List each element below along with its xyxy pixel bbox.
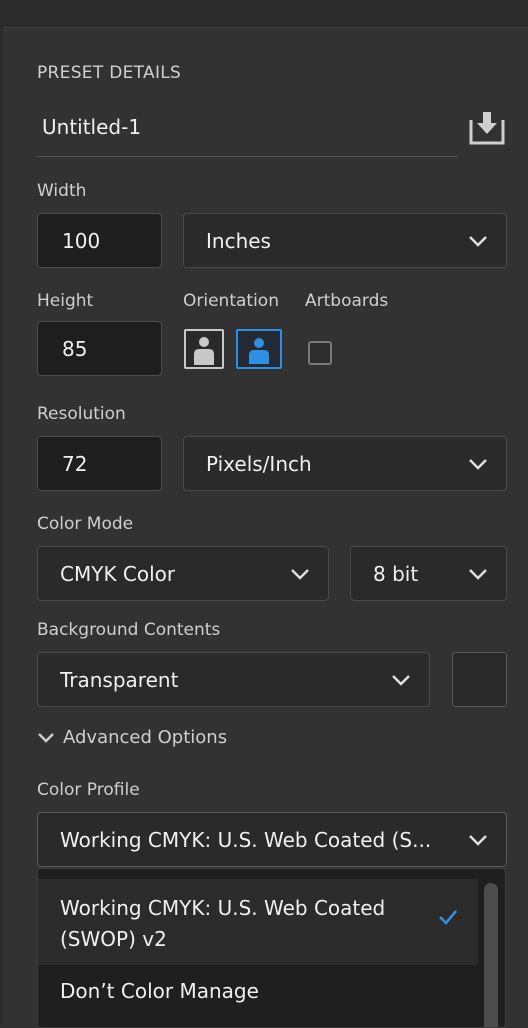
orientation-label: Orientation: [183, 291, 279, 311]
width-unit-value: Inches: [206, 228, 271, 253]
width-unit-select[interactable]: Inches: [183, 213, 507, 268]
resolution-label: Resolution: [37, 404, 126, 424]
background-contents-select[interactable]: Transparent: [37, 652, 430, 707]
color-mode-label: Color Mode: [37, 514, 134, 534]
advanced-options-toggle[interactable]: Advanced Options: [37, 727, 227, 748]
height-label: Height: [37, 291, 94, 311]
landscape-icon: [249, 338, 269, 364]
chevron-down-icon: [469, 834, 487, 846]
checkmark-icon: [439, 910, 457, 925]
preset-name-underline: [37, 156, 458, 157]
background-contents-label: Background Contents: [37, 620, 221, 640]
height-input[interactable]: 85: [37, 321, 162, 376]
resolution-unit-select[interactable]: Pixels/Inch: [183, 436, 507, 491]
width-input[interactable]: 100: [37, 213, 162, 268]
section-title: PRESET DETAILS: [37, 63, 182, 83]
artboards-checkbox[interactable]: [308, 341, 332, 365]
save-preset-icon[interactable]: [468, 110, 506, 146]
chevron-down-icon: [38, 732, 54, 743]
top-bar: [0, 0, 528, 28]
option-line-1: Working CMYK: U.S. Web Coated: [60, 896, 386, 920]
portrait-orientation-button[interactable]: [184, 329, 224, 369]
color-profile-value: Working CMYK: U.S. Web Coated (S...: [60, 827, 432, 852]
resolution-input[interactable]: 72: [37, 436, 162, 491]
dropdown-option-selected[interactable]: Working CMYK: U.S. Web Coated (SWOP) v2: [38, 879, 478, 965]
dropdown-option[interactable]: Don’t Color Manage: [38, 969, 478, 1019]
dropdown-scrollbar[interactable]: [484, 883, 498, 1027]
advanced-options-label: Advanced Options: [63, 727, 228, 748]
chevron-down-icon: [392, 674, 410, 686]
bit-depth-select[interactable]: 8 bit: [350, 546, 507, 601]
chevron-down-icon: [291, 568, 309, 580]
artboards-label: Artboards: [305, 291, 389, 311]
chevron-down-icon: [469, 235, 487, 247]
color-mode-value: CMYK Color: [60, 561, 176, 586]
chevron-down-icon: [469, 568, 487, 580]
option-line-2: (SWOP) v2: [60, 927, 167, 951]
background-contents-value: Transparent: [60, 667, 179, 692]
color-profile-dropdown: Working CMYK: U.S. Web Coated (SWOP) v2 …: [37, 868, 506, 1028]
bit-depth-value: 8 bit: [373, 561, 419, 586]
color-profile-select[interactable]: Working CMYK: U.S. Web Coated (S...: [37, 812, 507, 867]
chevron-down-icon: [469, 458, 487, 470]
resolution-unit-value: Pixels/Inch: [206, 451, 312, 476]
width-label: Width: [37, 181, 87, 201]
color-mode-select[interactable]: CMYK Color: [37, 546, 329, 601]
panel-edge: [0, 27, 3, 1024]
landscape-orientation-button[interactable]: [236, 329, 282, 369]
portrait-icon: [194, 337, 214, 365]
color-profile-label: Color Profile: [37, 780, 140, 800]
preset-name-input[interactable]: Untitled-1: [42, 115, 141, 139]
background-color-swatch[interactable]: [452, 652, 507, 707]
